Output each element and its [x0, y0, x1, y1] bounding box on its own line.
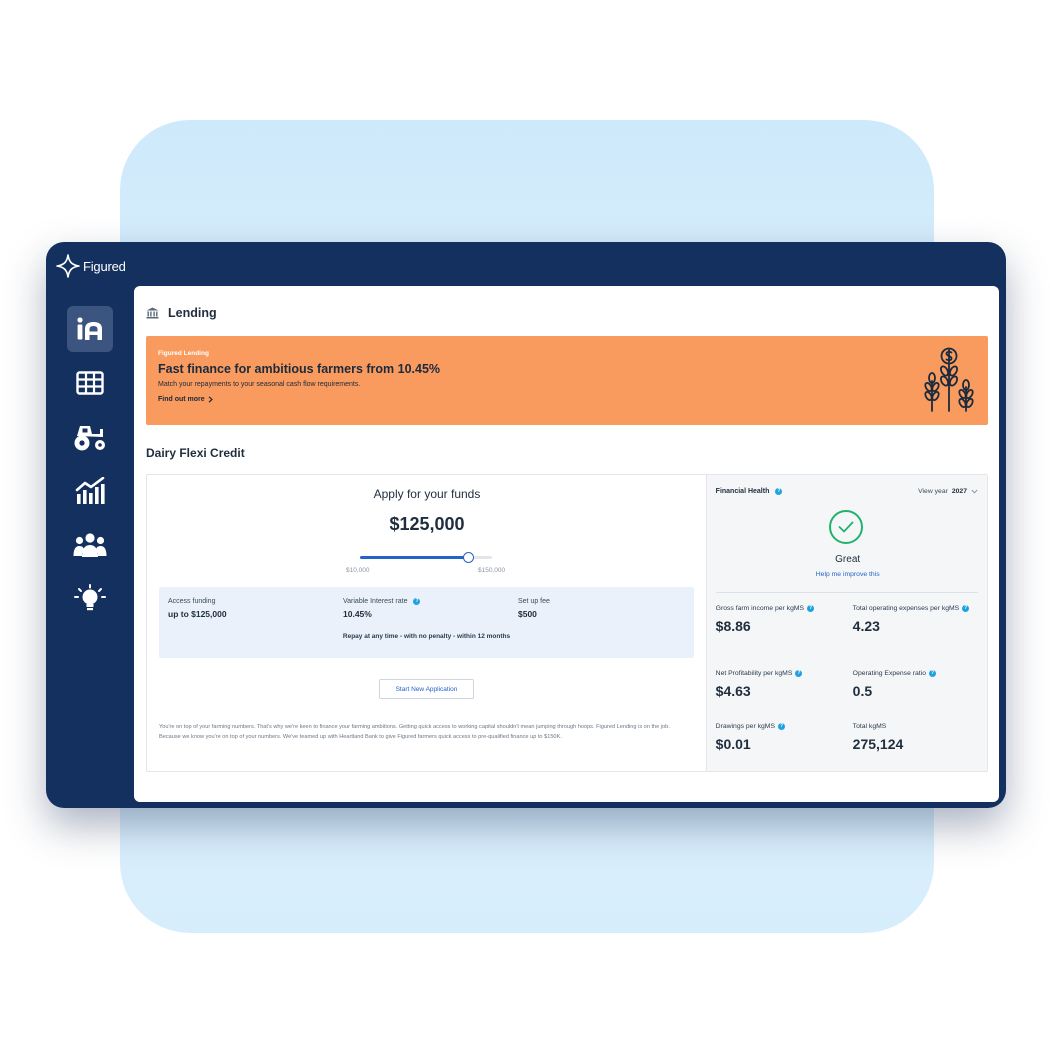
- financial-health-title-row: Financial Health ?: [716, 488, 783, 495]
- term-label-row: Variable Interest rate ?: [343, 598, 421, 605]
- help-icon[interactable]: ?: [795, 669, 803, 677]
- lending-icon: [77, 317, 102, 340]
- nav-item-people[interactable]: [67, 522, 113, 568]
- divider: [715, 592, 978, 593]
- brand-name: Figured: [83, 258, 126, 274]
- promo-eyebrow: Figured Lending: [158, 350, 209, 357]
- credit-panel: Apply for your funds $125,000 $10,000 $1…: [146, 474, 988, 772]
- promo-title: Fast finance for ambitious farmers from …: [158, 362, 441, 376]
- term-value: $500: [518, 609, 537, 619]
- figured-star-icon: [56, 254, 80, 278]
- metric-value: $4.63: [715, 682, 751, 699]
- metric-drawings: Drawings per kgMS? $0.01: [716, 722, 846, 752]
- term-setup-fee: Set up fee $500: [518, 598, 550, 619]
- nav-item-grid[interactable]: [67, 360, 113, 406]
- metric-label-row: Net Profitability per kgMS?: [716, 669, 846, 679]
- term-label: Variable Interest rate: [343, 598, 408, 605]
- term-value: 10.45%: [343, 609, 372, 619]
- metric-value: 0.5: [852, 682, 873, 699]
- brand-logo[interactable]: Figured: [56, 254, 126, 278]
- amount-slider[interactable]: [360, 552, 492, 564]
- metric-value: $8.86: [715, 617, 751, 634]
- metric-label: Drawings per kgMS: [715, 723, 775, 730]
- main-content: Lending Figured Lending Fast finance for…: [134, 286, 999, 802]
- slider-fill: [360, 556, 469, 559]
- financial-health-title: Financial Health: [715, 488, 770, 495]
- view-year-select[interactable]: View year 2027: [918, 488, 978, 495]
- people-icon: [73, 533, 107, 557]
- metric-value: $0.01: [715, 735, 751, 752]
- loan-amount: $125,000: [389, 514, 465, 534]
- wheat-dollar-icon: [924, 347, 974, 412]
- financial-health-panel: Financial Health ? View year 2027 Great: [705, 475, 989, 771]
- metric-label: Total kgMS: [852, 723, 887, 730]
- repayment-note: Repay at any time - with no penalty - wi…: [342, 633, 511, 640]
- slider-thumb[interactable]: [463, 552, 475, 563]
- metric-value: 4.23: [852, 617, 880, 634]
- apply-title: Apply for your funds: [373, 487, 481, 501]
- help-icon[interactable]: ?: [775, 488, 783, 495]
- health-status-text: Great: [835, 554, 861, 565]
- page-header: Lending: [146, 306, 217, 320]
- section-title: Dairy Flexi Credit: [146, 446, 245, 460]
- term-interest-rate: Variable Interest rate ? 10.45%: [343, 598, 421, 619]
- metric-label-row: Gross farm income per kgMS?: [716, 604, 846, 614]
- slider-min-label: $10,000: [346, 567, 370, 574]
- term-access-funding: Access funding up to $125,000: [168, 598, 227, 619]
- start-new-application-button[interactable]: Start New Application: [379, 679, 474, 699]
- help-icon[interactable]: ?: [777, 722, 785, 730]
- metric-label-row: Total operating expenses per kgMS?: [853, 604, 983, 614]
- help-me-improve-link[interactable]: Help me improve this: [707, 571, 989, 578]
- grid-icon: [76, 371, 104, 395]
- chevron-right-icon: [208, 396, 213, 403]
- help-icon[interactable]: ?: [962, 604, 970, 612]
- promo-banner: Figured Lending Fast finance for ambitio…: [146, 336, 988, 425]
- apply-panel: Apply for your funds $125,000 $10,000 $1…: [147, 475, 706, 771]
- chart-icon: [75, 477, 105, 504]
- help-icon[interactable]: ?: [807, 604, 815, 612]
- nav-item-insights[interactable]: [67, 576, 113, 622]
- view-year-value: 2027: [951, 488, 967, 495]
- loan-terms: Access funding up to $125,000 Variable I…: [159, 587, 694, 658]
- metric-total-operating-expenses: Total operating expenses per kgMS? 4.23: [853, 604, 983, 634]
- metric-net-profitability: Net Profitability per kgMS? $4.63: [716, 669, 846, 699]
- promo-subtitle: Match your repayments to your seasonal c…: [158, 381, 361, 388]
- metric-label: Total operating expenses per kgMS: [852, 605, 960, 612]
- metric-label: Net Profitability per kgMS: [715, 670, 793, 677]
- bank-icon: [146, 307, 159, 319]
- metric-gross-farm-income: Gross farm income per kgMS? $8.86: [716, 604, 846, 634]
- metric-operating-expense-ratio: Operating Expense ratio? 0.5: [853, 669, 983, 699]
- sidebar-nav: [67, 306, 115, 630]
- find-out-more-label: Find out more: [158, 396, 205, 403]
- page-title: Lending: [168, 306, 217, 320]
- metric-label: Operating Expense ratio: [852, 670, 926, 677]
- check-icon: [838, 521, 854, 533]
- term-value: up to $125,000: [168, 609, 227, 619]
- app-window: Figured Lending Figured Lending Fast fin…: [46, 242, 1006, 808]
- health-status-badge: [828, 510, 863, 544]
- lending-disclaimer: You're on top of your farming numbers. T…: [159, 724, 670, 741]
- help-icon[interactable]: ?: [928, 669, 936, 677]
- chevron-down-icon: [971, 489, 978, 494]
- nav-item-reports[interactable]: [67, 468, 113, 514]
- metric-total-kgms: Total kgMS 275,124: [853, 722, 983, 752]
- find-out-more-link[interactable]: Find out more: [158, 396, 213, 403]
- metric-label-row: Drawings per kgMS?: [716, 722, 846, 732]
- term-label: Access funding: [168, 598, 216, 605]
- tractor-icon: [74, 426, 105, 451]
- metric-label-row: Operating Expense ratio?: [853, 669, 983, 679]
- view-year-label: View year: [918, 488, 948, 495]
- nav-item-lending[interactable]: [67, 306, 113, 352]
- lightbulb-icon: [74, 584, 106, 611]
- term-label: Set up fee: [518, 598, 550, 605]
- slider-max-label: $150,000: [478, 567, 506, 574]
- help-icon[interactable]: ?: [413, 598, 421, 605]
- nav-item-tractor[interactable]: [67, 414, 113, 460]
- metric-label: Gross farm income per kgMS: [715, 605, 805, 612]
- metric-value: 275,124: [852, 735, 904, 752]
